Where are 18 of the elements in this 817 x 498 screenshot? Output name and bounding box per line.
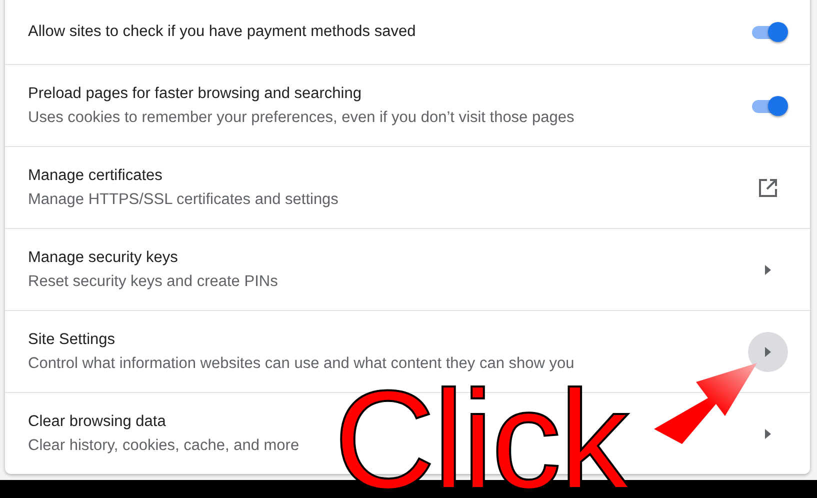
caret-icon <box>765 428 771 438</box>
setting-title: Manage security keys <box>28 248 179 266</box>
setting-description: Reset security keys and create PINs <box>28 272 279 290</box>
setting-title: Manage certificates <box>28 166 164 184</box>
toggle-switch[interactable] <box>750 94 788 116</box>
setting-description: Uses cookies to remember your preferences, even if you don’t visit those pages <box>28 108 576 126</box>
setting-title: Clear browsing data <box>28 412 167 430</box>
external-link-icon[interactable] <box>758 178 778 198</box>
setting-title: Allow sites to check if you have payment methods saved <box>28 23 417 41</box>
caret-icon <box>765 346 771 356</box>
annotation-text: Click <box>334 388 628 492</box>
setting-title: Site Settings <box>28 330 116 348</box>
caret-icon <box>765 264 771 274</box>
setting-description: Clear history, cookies, cache, and more <box>28 436 300 454</box>
setting-description: Control what information websites can use and what content they can show you <box>28 354 576 372</box>
setting-description: Manage HTTPS/SSL certificates and settings <box>28 190 340 208</box>
toggle-switch[interactable] <box>750 21 788 43</box>
setting-title: Preload pages for faster browsing and searching <box>28 84 362 102</box>
